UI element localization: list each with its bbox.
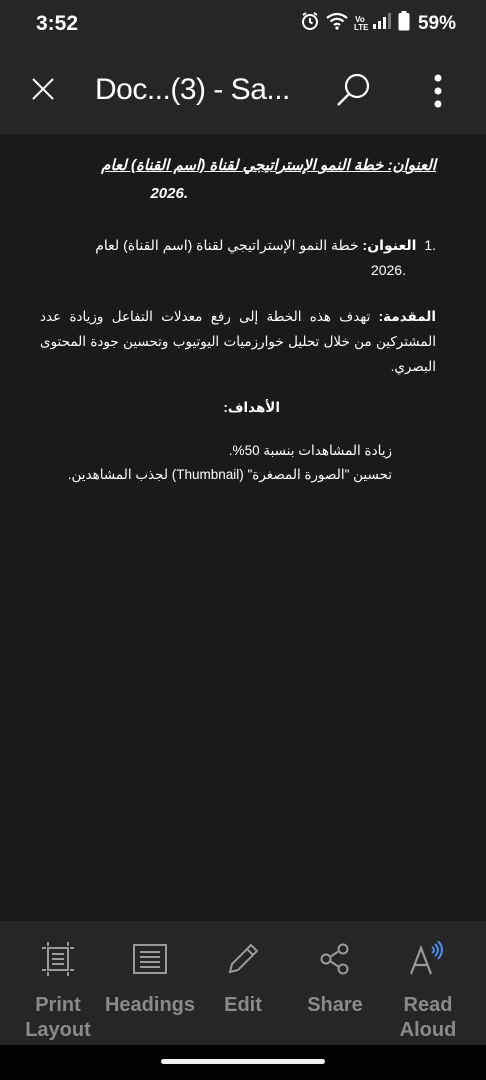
intro-label: المقدمة: bbox=[378, 309, 436, 324]
alarm-icon bbox=[300, 11, 320, 36]
print-layout-icon bbox=[38, 939, 78, 979]
document-title[interactable]: Doc...(3) - Sa... bbox=[95, 73, 290, 107]
intro-text: تهدف هذه الخطة إلى رفع معدلات التفاعل وز… bbox=[40, 309, 436, 374]
print-layout-label: Print Layout bbox=[25, 994, 91, 1041]
goal-item: زيادة المشاهدات بنسبة 50%. bbox=[228, 443, 392, 458]
doc-heading-year: .2026 bbox=[150, 185, 188, 202]
intro-paragraph: المقدمة: تهدف هذه الخطة إلى رفع معدلات ا… bbox=[40, 304, 436, 379]
navigation-bar bbox=[0, 1045, 486, 1080]
headings-button[interactable]: Headings bbox=[102, 939, 198, 1018]
close-button[interactable] bbox=[22, 70, 64, 112]
share-icon bbox=[315, 939, 355, 979]
search-icon bbox=[333, 71, 373, 116]
read-aloud-label: Read Aloud bbox=[399, 994, 457, 1041]
share-label: Share bbox=[307, 994, 363, 1016]
battery-icon bbox=[398, 11, 410, 36]
print-layout-button[interactable]: Print Layout bbox=[10, 939, 106, 1043]
search-button[interactable] bbox=[330, 70, 376, 116]
list-text: خطة النمو الإستراتيجي لقناة (اسم القناة)… bbox=[95, 237, 359, 253]
app-bar: Doc...(3) - Sa... bbox=[0, 48, 486, 134]
signal-icon bbox=[372, 13, 392, 34]
goal-item: تحسين "الصورة المصغرة" (Thumbnail) لجذب … bbox=[67, 467, 392, 482]
status-time: 3:52 bbox=[36, 12, 79, 35]
list-year: .2026 bbox=[370, 262, 406, 278]
goals-list: زيادة المشاهدات بنسبة 50%. تحسين "الصورة… bbox=[40, 439, 436, 487]
list-item: .1 العنوان: خطة النمو الإستراتيجي لقناة … bbox=[40, 232, 436, 258]
list-number: .1 bbox=[424, 237, 436, 253]
edit-label: Edit bbox=[224, 994, 262, 1016]
headings-icon bbox=[130, 939, 170, 979]
list-label: العنوان: bbox=[362, 237, 417, 253]
status-bar: 3:52 Vo LTE 59% bbox=[0, 0, 486, 48]
doc-heading: العنوان: خطة النمو الإستراتيجي لقناة (اس… bbox=[101, 157, 436, 174]
more-options-button[interactable] bbox=[420, 70, 456, 116]
read-aloud-icon bbox=[408, 939, 448, 979]
edit-button[interactable]: Edit bbox=[195, 939, 291, 1018]
close-icon bbox=[31, 77, 55, 106]
goals-heading: الأهداف: bbox=[223, 400, 280, 415]
share-button[interactable]: Share bbox=[287, 939, 383, 1018]
volte-label: Vo LTE bbox=[353, 14, 369, 32]
read-aloud-button[interactable]: Read Aloud bbox=[380, 939, 476, 1043]
wifi-icon bbox=[326, 12, 348, 35]
document-view[interactable]: العنوان: خطة النمو الإستراتيجي لقناة (اس… bbox=[0, 134, 486, 921]
more-vert-icon bbox=[433, 74, 443, 113]
battery-percent: 59% bbox=[417, 12, 456, 34]
screen: 3:52 Vo LTE 59% Doc...(3) - Sa... العنوا… bbox=[0, 0, 486, 1080]
status-icons: Vo LTE 59% bbox=[300, 11, 456, 36]
home-gesture-handle[interactable] bbox=[161, 1059, 325, 1064]
document-page: العنوان: خطة النمو الإستراتيجي لقناة (اس… bbox=[40, 154, 436, 487]
bottom-toolbar: Print Layout Headings Edit Share Read Al… bbox=[0, 921, 486, 1045]
headings-label: Headings bbox=[104, 994, 196, 1016]
edit-pencil-icon bbox=[223, 939, 263, 979]
